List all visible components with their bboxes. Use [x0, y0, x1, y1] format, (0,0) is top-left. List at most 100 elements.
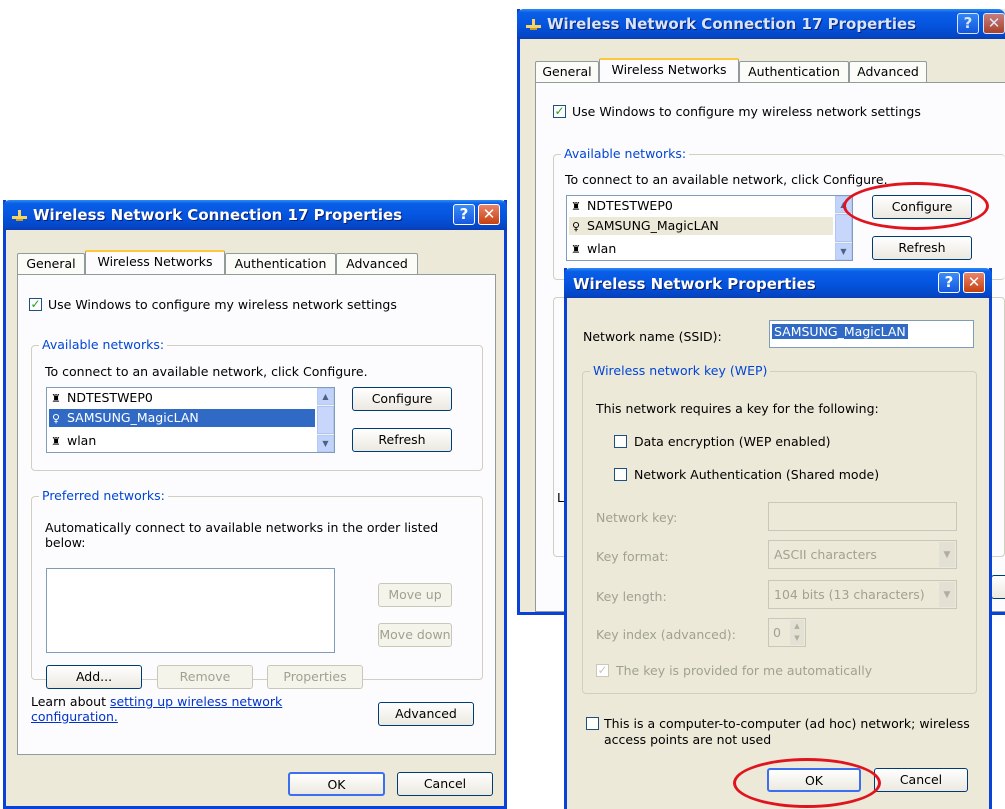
learn-about-link-2[interactable]: configuration.: [31, 709, 118, 724]
available-networks-hint: To connect to an available network, clic…: [565, 172, 888, 187]
available-networks-hint: To connect to an available network, clic…: [45, 364, 368, 379]
properties-button[interactable]: Properties: [267, 665, 363, 689]
ok-button[interactable]: OK: [288, 772, 385, 796]
key-index-spinner[interactable]: 0 ▲ ▼: [768, 618, 806, 647]
wireless-antenna-icon: ♜: [51, 392, 61, 405]
scroll-thumb[interactable]: [317, 406, 334, 434]
wep-key-group: Wireless network key (WEP) This network …: [582, 363, 977, 694]
key-index-label: Key index (advanced):: [596, 627, 736, 642]
wireless-antenna-icon: ♜: [571, 200, 581, 213]
list-scrollbar[interactable]: ▲ ▼: [317, 388, 334, 452]
remove-button[interactable]: Remove: [157, 665, 253, 689]
advanced-button[interactable]: Advanced: [378, 702, 474, 726]
help-button[interactable]: ?: [453, 204, 475, 225]
add-button[interactable]: Add...: [46, 665, 142, 689]
wireless-secure-icon: ♀: [571, 220, 581, 233]
key-length-label: Key length:: [596, 589, 667, 604]
help-button[interactable]: ?: [957, 13, 979, 34]
ok-highlight-ring: [733, 758, 881, 808]
configure-button[interactable]: Configure: [352, 387, 452, 411]
tab-advanced[interactable]: Advanced: [849, 61, 927, 82]
move-down-button[interactable]: Move down: [378, 623, 452, 647]
network-key-label: Network key:: [596, 510, 678, 525]
tab-authentication[interactable]: Authentication: [739, 61, 849, 82]
refresh-button[interactable]: Refresh: [352, 428, 452, 452]
spinner-arrows-icon[interactable]: ▲ ▼: [790, 620, 804, 645]
auto-key-checkbox[interactable]: ✓: [596, 664, 609, 677]
network-connection-icon: [526, 19, 541, 30]
tab-general[interactable]: General: [535, 61, 599, 82]
scroll-down-arrow-icon[interactable]: ▼: [317, 435, 334, 452]
available-networks-title: Available networks:: [39, 337, 168, 352]
list-item[interactable]: ♜ NDTESTWEP0: [49, 389, 317, 407]
network-connection-icon: [12, 210, 27, 221]
data-encryption-checkbox[interactable]: [614, 435, 627, 448]
available-networks-list[interactable]: ♜ NDTESTWEP0 ♀ SAMSUNG_MagicLAN ♜ wlan ▲…: [46, 387, 335, 453]
list-item[interactable]: ♜ wlan: [569, 240, 835, 258]
list-item[interactable]: ♀ SAMSUNG_MagicLAN: [569, 217, 833, 235]
preferred-networks-hint: Automatically connect to available netwo…: [45, 520, 439, 550]
left-window-title: Wireless Network Connection 17 Propertie…: [33, 206, 403, 224]
left-title-bar[interactable]: Wireless Network Connection 17 Propertie…: [3, 200, 507, 230]
wireless-antenna-icon: ♜: [51, 435, 61, 448]
use-windows-checkbox[interactable]: ✓: [29, 298, 42, 311]
key-format-label: Key format:: [596, 549, 669, 564]
cancel-button[interactable]: Cancel: [397, 772, 493, 796]
partial-learn-text: L: [557, 490, 564, 505]
right-title-bar[interactable]: Wireless Network Connection 17 Propertie…: [517, 9, 1005, 39]
wnp-title-bar[interactable]: Wireless Network Properties ? ✕: [564, 268, 992, 298]
list-item[interactable]: ♀ SAMSUNG_MagicLAN: [49, 409, 315, 427]
list-item[interactable]: ♜ wlan: [49, 432, 317, 450]
available-networks-list[interactable]: ♜ NDTESTWEP0 ♀ SAMSUNG_MagicLAN ♜ wlan ▲…: [566, 195, 853, 261]
requires-key-text: This network requires a key for the foll…: [596, 401, 879, 416]
help-button[interactable]: ?: [938, 272, 960, 293]
network-auth-label: Network Authentication (Shared mode): [634, 467, 880, 482]
wnp-window-title: Wireless Network Properties: [573, 275, 816, 293]
ssid-input[interactable]: SAMSUNG_MagicLAN: [769, 320, 974, 348]
tab-authentication[interactable]: Authentication: [225, 253, 336, 274]
preferred-networks-group: Preferred networks: Automatically connec…: [31, 488, 483, 689]
refresh-button[interactable]: Refresh: [872, 236, 972, 260]
left-properties-window: Wireless Network Connection 17 Propertie…: [3, 200, 507, 809]
available-networks-group: Available networks: To connect to an ava…: [31, 337, 483, 471]
data-encryption-label: Data encryption (WEP enabled): [634, 434, 831, 449]
network-key-input[interactable]: [768, 502, 957, 531]
wireless-network-properties-window: Wireless Network Properties ? ✕ Network …: [564, 268, 992, 809]
adhoc-checkbox[interactable]: [586, 717, 599, 730]
use-windows-label: Use Windows to configure my wireless net…: [48, 297, 397, 312]
close-button[interactable]: ✕: [983, 13, 1005, 34]
move-up-button[interactable]: Move up: [378, 583, 452, 607]
key-format-select[interactable]: ASCII characters ▼: [768, 540, 957, 569]
ssid-label: Network name (SSID):: [583, 329, 722, 344]
learn-about-link[interactable]: setting up wireless network: [110, 694, 282, 709]
scroll-down-arrow-icon[interactable]: ▼: [835, 243, 852, 260]
close-button[interactable]: ✕: [963, 272, 985, 293]
preferred-networks-title: Preferred networks:: [39, 488, 168, 503]
tab-wireless-networks[interactable]: Wireless Networks: [599, 58, 739, 82]
configure-highlight-ring: [843, 182, 989, 230]
available-networks-title: Available networks:: [561, 146, 690, 161]
preferred-networks-list[interactable]: [46, 568, 335, 653]
network-auth-checkbox[interactable]: [614, 468, 627, 481]
wireless-antenna-icon: ♜: [571, 243, 581, 256]
tab-wireless-networks[interactable]: Wireless Networks: [85, 250, 225, 274]
wireless-secure-icon: ♀: [51, 412, 61, 425]
right-window-title: Wireless Network Connection 17 Propertie…: [547, 15, 917, 33]
left-tab-panel: ✓ Use Windows to configure my wireless n…: [17, 274, 496, 755]
use-windows-checkbox[interactable]: ✓: [553, 105, 566, 118]
tab-advanced[interactable]: Advanced: [336, 253, 418, 274]
key-length-select[interactable]: 104 bits (13 characters) ▼: [768, 580, 957, 609]
learn-about-text: Learn about setting up wireless network …: [31, 694, 283, 724]
scroll-up-arrow-icon[interactable]: ▲: [317, 388, 334, 405]
use-windows-label: Use Windows to configure my wireless net…: [572, 104, 921, 119]
wnp-cancel-button[interactable]: Cancel: [874, 768, 968, 792]
scroll-thumb[interactable]: [835, 214, 852, 242]
advanced-button-partial[interactable]: [991, 575, 1005, 599]
tab-general[interactable]: General: [17, 253, 85, 274]
chevron-down-icon[interactable]: ▼: [939, 542, 955, 567]
auto-key-label: The key is provided for me automatically: [616, 663, 873, 678]
chevron-down-icon[interactable]: ▼: [939, 582, 955, 607]
list-item[interactable]: ♜ NDTESTWEP0: [569, 197, 835, 215]
close-button[interactable]: ✕: [478, 204, 500, 225]
adhoc-label: This is a computer-to-computer (ad hoc) …: [604, 716, 970, 747]
